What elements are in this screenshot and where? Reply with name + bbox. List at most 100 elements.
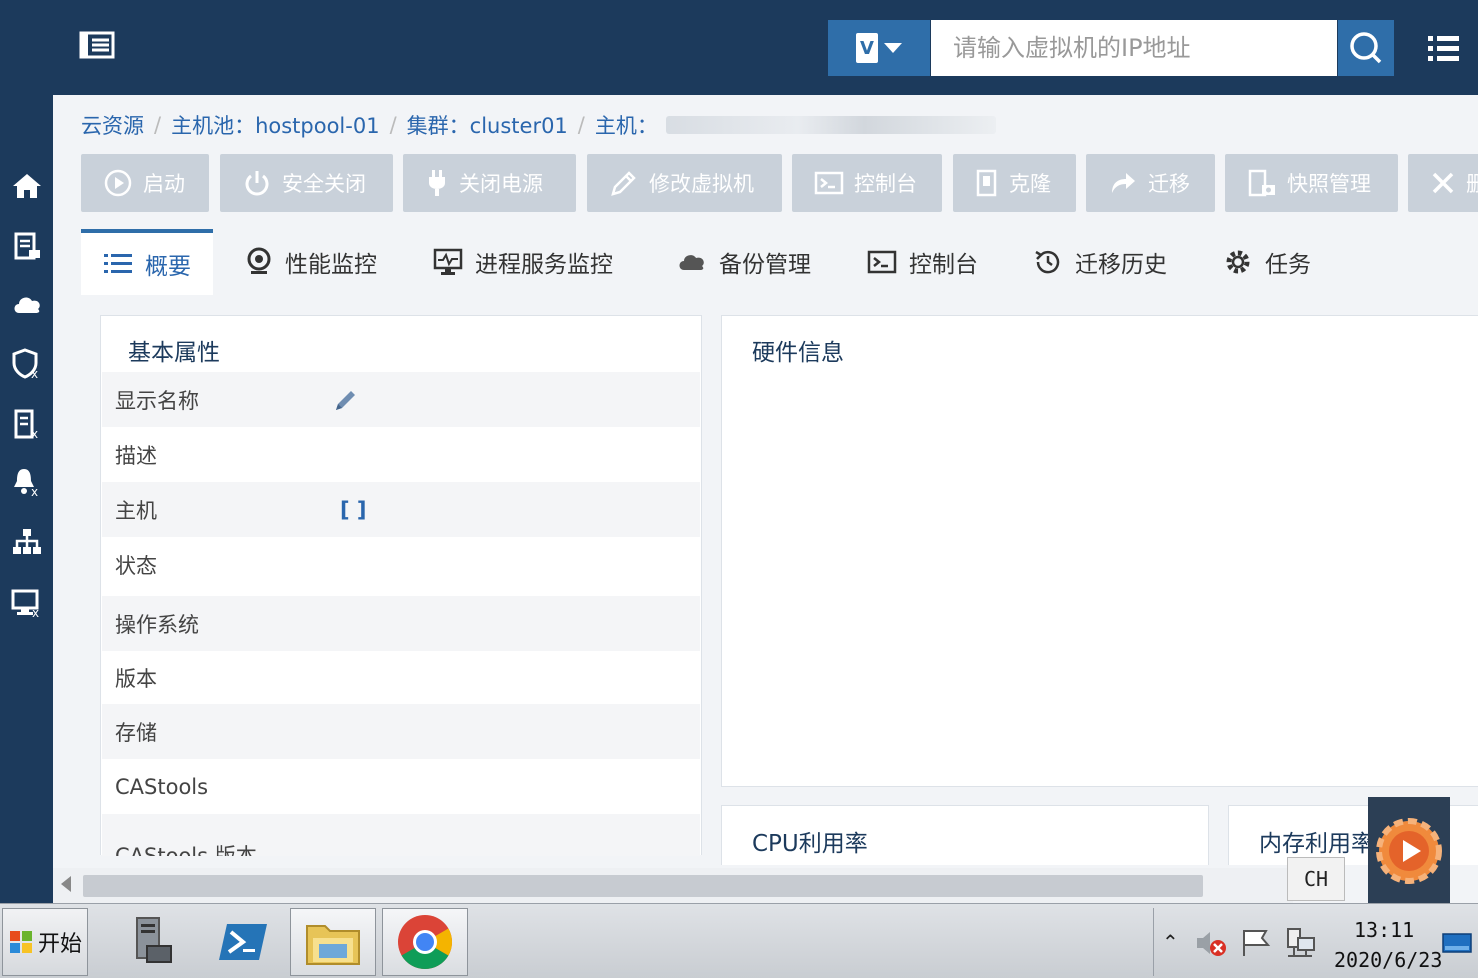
detail-tabs: 概要 性能监控 进程服务监控 备份管理 控制台 迁移历史 任务 <box>81 229 1478 295</box>
svg-text:x: x <box>31 485 38 498</box>
tab-migration-history[interactable]: 迁移历史 <box>1033 229 1167 295</box>
svg-text:x: x <box>32 606 39 617</box>
list-menu-icon[interactable] <box>1422 28 1464 68</box>
breadcrumb-cluster[interactable]: 集群：cluster01 <box>407 110 568 140</box>
ime-language-indicator[interactable]: CH <box>1287 857 1345 901</box>
snapshot-label: 快照管理 <box>1287 172 1371 196</box>
property-row-description: 描述 <box>102 427 700 482</box>
power-icon <box>245 171 269 196</box>
main-content: 云资源 / 主机池：hostpool-01 / 集群：cluster01 / 主… <box>53 95 1478 903</box>
server-manager-app[interactable] <box>108 908 194 976</box>
basic-properties-panel: 基本属性 显示名称 描述 主机 [ ] 状态 操作系统 版本 存储 CAStoo… <box>100 315 702 856</box>
console-button[interactable]: 控制台 <box>792 154 942 212</box>
property-label: 描述 <box>115 443 157 468</box>
edit-vm-button[interactable]: 修改虚拟机 <box>587 154 782 212</box>
hardware-info-panel: 硬件信息 <box>721 315 1478 787</box>
tab-tasks-label: 任务 <box>1265 252 1311 278</box>
breadcrumb-host[interactable]: 主机： <box>595 110 658 140</box>
console-icon <box>867 250 897 274</box>
breadcrumb-host-pool[interactable]: 主机池：hostpool-01 <box>171 110 380 140</box>
webcam-icon <box>247 247 271 274</box>
network-icon[interactable] <box>1284 926 1318 960</box>
basic-properties-title: 基本属性 <box>128 340 220 366</box>
host-list-icon[interactable] <box>8 227 46 265</box>
tab-migration-history-label: 迁移历史 <box>1075 252 1167 278</box>
scrollbar-thumb[interactable] <box>83 875 1203 897</box>
property-row-version: 版本 <box>102 650 700 705</box>
sidebar-toggle-icon[interactable] <box>78 30 116 60</box>
tab-summary[interactable]: 概要 <box>81 229 213 295</box>
recorder-play-icon <box>1376 818 1442 884</box>
topology-icon[interactable] <box>8 523 46 561</box>
host-link[interactable]: [ ] <box>340 482 367 537</box>
folder-icon <box>306 925 360 965</box>
alarm-bell-icon[interactable]: x <box>8 463 46 501</box>
migrate-button[interactable]: 迁移 <box>1086 154 1215 212</box>
search-icon <box>1350 32 1382 64</box>
edit-name-pencil-icon[interactable] <box>332 372 360 427</box>
property-row-display-name: 显示名称 <box>102 372 700 427</box>
snapshot-management-button[interactable]: 快照管理 <box>1225 154 1398 212</box>
property-label: CAStools <box>115 774 209 799</box>
property-row-storage: 存储 <box>102 704 700 759</box>
system-tray: ⌃ 13:11 2020/6/23 <box>1153 908 1475 976</box>
clock-date[interactable]: 2020/6/23 <box>1334 948 1442 972</box>
tab-console[interactable]: 控制台 <box>867 229 978 295</box>
show-desktop-icon[interactable] <box>1442 932 1472 956</box>
security-shield-icon[interactable]: x <box>8 345 46 383</box>
tab-summary-label: 概要 <box>145 254 191 280</box>
cpu-utilization-panel: CPU利用率 <box>721 805 1209 865</box>
safe-shutdown-button[interactable]: 安全关闭 <box>220 154 393 212</box>
monitor-pulse-icon <box>433 248 463 275</box>
property-row-os: 操作系统 <box>102 596 700 651</box>
vm-icon: V <box>856 33 878 63</box>
gear-icon <box>1226 250 1250 274</box>
volume-muted-icon[interactable] <box>1194 928 1228 958</box>
start-label: 开始 <box>37 932 82 957</box>
console-label: 控制台 <box>854 172 917 196</box>
property-label: 版本 <box>115 666 157 691</box>
action-center-flag-icon[interactable] <box>1240 928 1272 958</box>
vm-type-dropdown[interactable]: V <box>828 20 930 76</box>
property-label: 主机 <box>115 498 157 523</box>
chrome-app[interactable] <box>382 908 468 976</box>
svg-text:x: x <box>31 427 38 440</box>
file-explorer-app[interactable] <box>290 908 376 976</box>
chevron-down-icon <box>884 43 902 53</box>
breadcrumb-cloud-resources[interactable]: 云资源 <box>81 110 144 140</box>
start-button[interactable]: 开始 <box>2 908 88 976</box>
edit-vm-label: 修改虚拟机 <box>649 172 754 196</box>
share-arrow-icon <box>1112 173 1135 193</box>
svg-text:x: x <box>31 367 38 380</box>
breadcrumb-separator: / <box>389 113 397 137</box>
breadcrumb: 云资源 / 主机池：hostpool-01 / 集群：cluster01 / 主… <box>81 107 996 143</box>
backup-icon[interactable]: x <box>8 405 46 443</box>
plug-icon <box>429 170 445 196</box>
search-button[interactable] <box>1338 20 1394 76</box>
show-hidden-icons-chevron-icon[interactable]: ⌃ <box>1162 930 1179 954</box>
breadcrumb-redacted-host <box>665 116 996 134</box>
tab-tasks[interactable]: 任务 <box>1223 229 1311 295</box>
power-off-button[interactable]: 关闭电源 <box>403 154 576 212</box>
property-label: 显示名称 <box>115 388 199 413</box>
clone-button[interactable]: 克隆 <box>953 154 1076 212</box>
top-header: V <box>0 0 1478 95</box>
breadcrumb-separator: / <box>154 113 162 137</box>
tab-backup[interactable]: 备份管理 <box>677 229 811 295</box>
tab-process-monitor[interactable]: 进程服务监控 <box>433 229 613 295</box>
tab-performance-label: 性能监控 <box>285 252 377 278</box>
desktop-vm-icon[interactable]: x <box>8 583 46 621</box>
clock-time[interactable]: 13:11 <box>1354 918 1414 942</box>
screen-recorder-widget[interactable] <box>1368 797 1450 905</box>
cloud-icon[interactable] <box>8 285 46 323</box>
powershell-app[interactable] <box>200 908 286 976</box>
delete-button[interactable]: 删 <box>1408 154 1478 212</box>
property-row-status: 状态 <box>102 537 700 592</box>
power-off-label: 关闭电源 <box>459 172 543 196</box>
vm-ip-search-input[interactable] <box>931 20 1337 76</box>
scroll-left-arrow-icon[interactable] <box>61 876 71 892</box>
horizontal-scrollbar[interactable] <box>53 868 1293 903</box>
tab-performance[interactable]: 性能监控 <box>245 229 377 295</box>
home-icon[interactable] <box>8 167 46 205</box>
start-button[interactable]: 启动 <box>81 154 209 212</box>
